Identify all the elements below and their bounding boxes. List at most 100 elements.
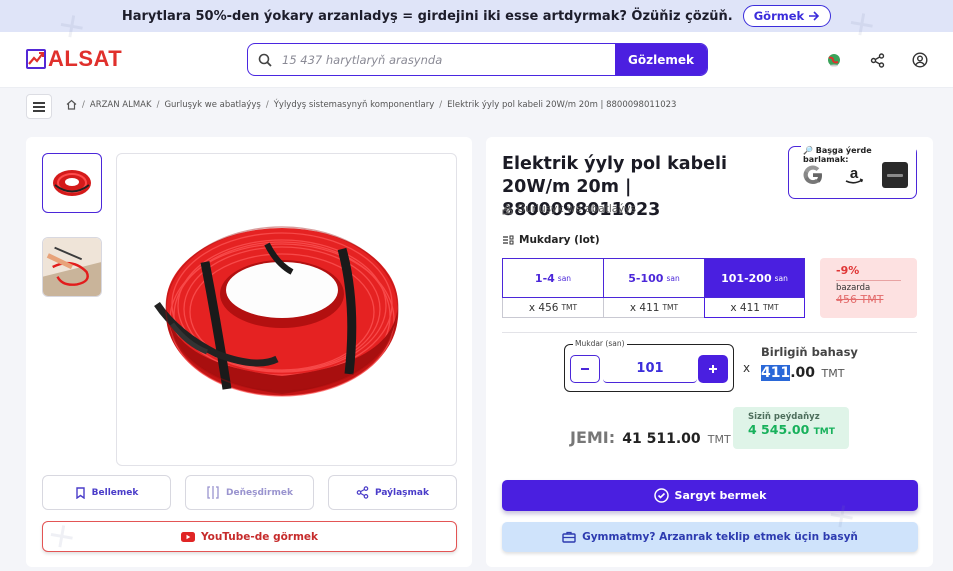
price-tier-selected[interactable]: 101-200 san x 411 TMT [704,258,805,318]
breadcrumb-separator: / [156,99,160,110]
share-label: Paýlaşmak [375,487,429,498]
tier-currency: TMT [662,303,679,312]
arrow-right-icon [809,11,820,21]
discount-label: bazarda [836,283,871,293]
amazon-icon[interactable]: a [840,161,868,189]
price-tiers: 1-4 san x 456 TMT 5-100 san x 411 TMT 10… [502,258,805,318]
breadcrumb-bar: / ARZAN ALMAK / Gurluşyk we abatlaýyş / … [0,88,953,125]
tier-range: 1-4 [534,271,555,285]
place-order-label: Sargyt bermek [674,489,767,502]
share-icon [356,486,369,499]
breadcrumb-current: Elektrik ýyly pol kabeli 20W/m 20m | 880… [447,99,677,110]
breadcrumb-separator: / [439,99,443,110]
total-label: JEMI: [570,428,616,447]
search-input[interactable] [282,44,615,75]
discount-divider [836,280,901,281]
unit-price-decimal: .00 [790,365,816,381]
share-button[interactable]: Paýlaşmak [328,475,457,510]
price-tier[interactable]: 5-100 san x 411 TMT [603,258,704,318]
search-icon [248,44,282,75]
tier-range-cell: 1-4 san [502,258,603,298]
tier-unit: san [557,273,572,283]
bookmark-icon [75,486,85,499]
briefcase-icon [562,531,576,543]
language-globe-icon[interactable] [825,51,843,69]
youtube-icon [180,531,195,542]
tier-price-cell: x 456 TMT [502,298,603,318]
home-icon[interactable] [66,99,77,110]
thumbnail-installation[interactable] [42,237,102,297]
breadcrumb-separator: / [265,99,269,110]
breadcrumb-separator: / [82,99,85,110]
quantity-field-label: Mukdar (san) [573,339,627,348]
share-icon[interactable] [868,51,886,69]
profit-amount: 4 545.00 [748,422,810,437]
profit-label: Siziň peýdaňyz [748,412,820,422]
increase-quantity-button[interactable] [698,355,728,383]
quantity-icon [503,235,514,245]
cable-thumbnail-image [53,170,91,196]
promo-banner: Harytlara 50%-den ýokary arzanladyş = gi… [0,0,953,32]
total-price: JEMI: 41 511.00 TMT [570,428,731,447]
thumbnail-cable[interactable] [42,153,102,213]
product-category-label: Gurluşyk we abatlaýyş [517,203,637,215]
section-divider [502,332,917,333]
youtube-button[interactable]: YouTube-de görmek [42,521,457,552]
promo-see-label: Görmek [753,9,805,23]
search-bar: Gözlemek [247,43,708,76]
logo[interactable]: ALSAT [26,46,122,72]
total-value: 41 511.00 [622,431,701,447]
suggest-price-label: Gymmatmy? Arzanrak teklip etmek üçin bas… [582,531,858,543]
plus-icon [709,365,717,373]
marketplace-icon[interactable] [881,161,909,189]
tier-price: x 411 [629,301,660,314]
your-profit-badge: Siziň peýdaňyz 4 545.00 TMT [733,407,849,449]
breadcrumb-item[interactable]: Ýylydyş sistemasynyň komponentlary [274,100,435,110]
product-gallery: Bellemek Deňeşdirmek Paýlaşmak YouTube-d… [26,137,472,567]
check-elsewhere-box: 🔎 Başga ýerde barlamak: a [788,146,917,199]
suggest-price-button[interactable]: Gymmatmy? Arzanrak teklip etmek üçin bas… [502,522,918,552]
multiply-sign: x [743,361,751,375]
compare-label: Deňeşdirmek [226,487,293,498]
breadcrumb: / ARZAN ALMAK / Gurluşyk we abatlaýyş / … [66,99,676,110]
search-button[interactable]: Gözlemek [615,44,707,75]
unit-price-integer: 411 [761,365,791,381]
header: ALSAT Gözlemek [0,32,953,88]
price-tier[interactable]: 1-4 san x 456 TMT [502,258,603,318]
market-discount-badge: -9% bazarda 456 TMT [820,258,917,318]
unit-price: 411.00 TMT [761,365,844,381]
breadcrumb-item[interactable]: ARZAN ALMAK [90,100,152,110]
decrease-quantity-button[interactable] [570,355,600,383]
breadcrumb-item[interactable]: Gurluşyk we abatlaýyş [164,100,260,110]
bookmark-button[interactable]: Bellemek [42,475,171,510]
product-actions: Bellemek Deňeşdirmek Paýlaşmak [42,475,457,510]
quantity-lot-text: Mukdary (lot) [519,234,600,246]
compare-button[interactable]: Deňeşdirmek [185,475,314,510]
bookmark-label: Bellemek [91,487,139,498]
menu-button[interactable] [26,94,52,119]
user-account-icon[interactable] [911,51,929,69]
unit-price-currency: TMT [821,367,845,380]
hamburger-icon [33,101,45,112]
quantity-lot-label: Mukdary (lot) [502,234,600,246]
place-order-button[interactable]: Sargyt bermek [502,480,918,511]
quantity-stepper: Mukdar (san) [564,339,734,392]
total-currency: TMT [707,433,731,446]
google-icon[interactable] [799,161,827,189]
tier-price-cell: x 411 TMT [704,298,805,318]
svg-text:a: a [850,165,859,182]
product-category-link[interactable]: Gurluşyk we abatlaýyş [502,203,636,215]
cable-coil-image [154,226,399,397]
product-details: Elektrik ýyly pol kabeli 20W/m 20m | 880… [486,137,933,567]
main-product-image[interactable] [116,153,457,466]
tier-range-cell: 5-100 san [603,258,704,298]
compare-icon [207,486,219,499]
tier-price-cell: x 411 TMT [603,298,704,318]
minus-icon [581,368,589,370]
promo-see-button[interactable]: Görmek [742,5,832,27]
tier-unit: san [666,273,680,283]
unit-price-label: Birligiň bahasy [761,345,858,359]
quantity-input[interactable] [603,355,697,383]
profit-currency: TMT [813,427,835,437]
tier-range: 5-100 [628,271,664,285]
